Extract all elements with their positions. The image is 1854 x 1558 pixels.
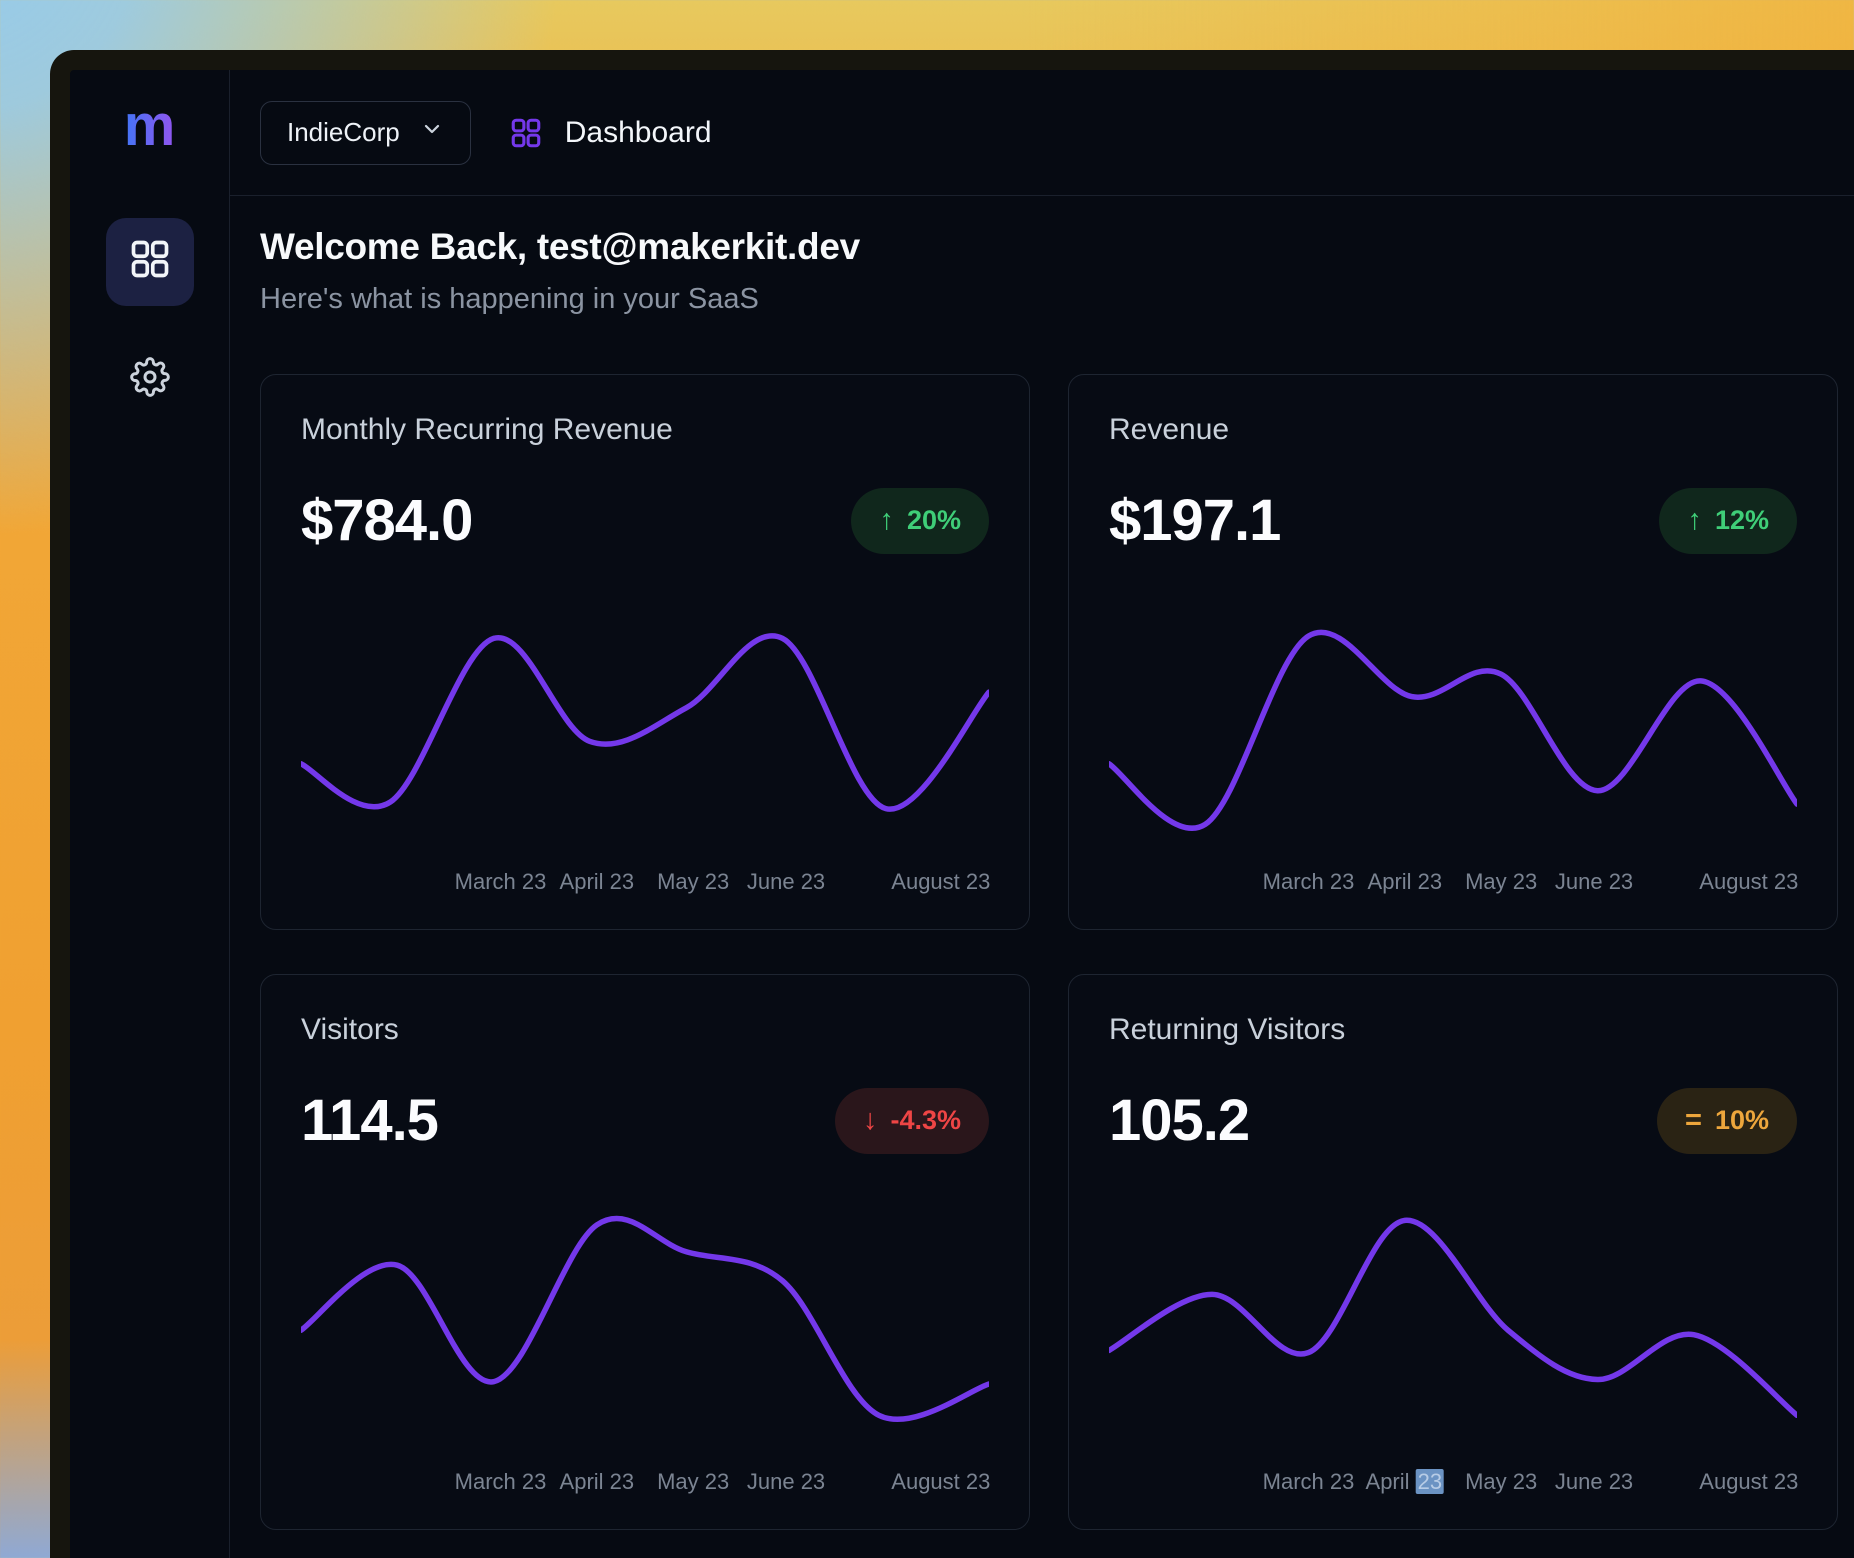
line-chart-returning-visitors <box>1109 1193 1797 1445</box>
x-tick: March 23 <box>455 1469 547 1495</box>
desktop: { "theme": { "accent_purple": "#7438ea",… <box>0 0 1854 1558</box>
trend-badge: ↑ 20% <box>851 488 989 554</box>
trend-change: 20% <box>907 505 961 536</box>
x-tick: March 23 <box>1263 1469 1355 1495</box>
sidebar-item-dashboard[interactable] <box>106 218 194 306</box>
x-tick: August 23 <box>891 869 990 895</box>
trend-change: 10% <box>1715 1105 1769 1136</box>
welcome-subtitle: Here's what is happening in your SaaS <box>260 283 1838 316</box>
selected-text: 23 <box>1416 1469 1444 1494</box>
team-selector-button[interactable]: IndieCorp <box>260 101 471 165</box>
x-tick: August 23 <box>1699 869 1798 895</box>
x-tick: June 23 <box>1555 869 1633 895</box>
x-axis: March 23 April 23 May 23 June 23 August … <box>1109 869 1797 899</box>
dashboard-content: Welcome Back, test@makerkit.dev Here's w… <box>230 196 1854 1558</box>
x-tick: June 23 <box>747 1469 825 1495</box>
trend-change: -4.3% <box>890 1105 961 1136</box>
x-axis: March 23 April 23 May 23 June 23 August … <box>301 869 989 899</box>
sidebar: m <box>70 70 230 1558</box>
x-tick: April 23 <box>1368 869 1443 895</box>
x-axis: March 23 April 23 May 23 June 23 August … <box>301 1469 989 1499</box>
trend-change: 12% <box>1715 505 1769 536</box>
card-title: Monthly Recurring Revenue <box>301 413 989 447</box>
gear-icon <box>130 357 170 402</box>
team-selector-label: IndieCorp <box>287 117 400 148</box>
chart-area: March 23 April 23 May 23 June 23 August … <box>1109 1154 1797 1499</box>
welcome-heading: Welcome Back, test@makerkit.dev <box>260 226 1838 268</box>
x-tick: June 23 <box>1555 1469 1633 1495</box>
sidebar-item-settings[interactable] <box>106 336 194 424</box>
x-tick: March 23 <box>455 869 547 895</box>
page-title: Dashboard <box>565 116 712 150</box>
trend-badge: ↓ -4.3% <box>835 1088 989 1154</box>
app-window: m IndieCorp <box>50 50 1854 1558</box>
x-tick: May 23 <box>657 1469 729 1495</box>
x-tick: April 23 <box>560 869 635 895</box>
metrics-grid: Monthly Recurring Revenue $784.0 ↑ 20% M… <box>260 374 1838 1530</box>
chart-area: March 23 April 23 May 23 June 23 August … <box>301 1154 989 1499</box>
grid-icon <box>128 237 172 286</box>
metric-card-returning-visitors: Returning Visitors 105.2 = 10% March 23 … <box>1068 974 1838 1530</box>
x-tick: May 23 <box>1465 869 1537 895</box>
card-title: Revenue <box>1109 413 1797 447</box>
metric-value: 105.2 <box>1109 1087 1249 1154</box>
makerkit-logo: m <box>124 94 176 158</box>
grid-icon <box>509 116 543 150</box>
line-chart-visitors <box>301 1193 989 1445</box>
metric-card-revenue: Revenue $197.1 ↑ 12% March 23 April 23 <box>1068 374 1838 930</box>
chart-area: March 23 April 23 May 23 June 23 August … <box>1109 554 1797 899</box>
line-chart-revenue <box>1109 593 1797 845</box>
trend-up-icon: ↑ <box>879 504 894 537</box>
metric-value: $784.0 <box>301 487 472 554</box>
x-tick: August 23 <box>891 1469 990 1495</box>
x-tick: April 23 <box>560 1469 635 1495</box>
x-tick: August 23 <box>1699 1469 1798 1495</box>
top-bar: IndieCorp Dashboard <box>230 70 1854 196</box>
chevron-down-icon <box>420 117 444 148</box>
x-tick: March 23 <box>1263 869 1355 895</box>
card-title: Visitors <box>301 1013 989 1047</box>
trend-up-icon: ↑ <box>1687 504 1702 537</box>
x-tick: April 23 <box>1366 1469 1445 1495</box>
chart-area: March 23 April 23 May 23 June 23 August … <box>301 554 989 899</box>
metric-value: $197.1 <box>1109 487 1280 554</box>
trend-flat-icon: = <box>1685 1104 1702 1137</box>
x-tick: May 23 <box>1465 1469 1537 1495</box>
trend-badge: ↑ 12% <box>1659 488 1797 554</box>
x-axis: March 23 April 23 May 23 June 23 August … <box>1109 1469 1797 1499</box>
x-tick: May 23 <box>657 869 729 895</box>
breadcrumb: Dashboard <box>509 116 712 150</box>
metric-card-visitors: Visitors 114.5 ↓ -4.3% March 23 April 23 <box>260 974 1030 1530</box>
card-title: Returning Visitors <box>1109 1013 1797 1047</box>
trend-down-icon: ↓ <box>863 1104 878 1137</box>
x-tick: June 23 <box>747 869 825 895</box>
main-column: IndieCorp Dashboard Welcome Back, test@m… <box>230 70 1854 1558</box>
trend-badge: = 10% <box>1657 1088 1797 1154</box>
line-chart-mrr <box>301 593 989 845</box>
metric-value: 114.5 <box>301 1087 438 1154</box>
metric-card-mrr: Monthly Recurring Revenue $784.0 ↑ 20% M… <box>260 374 1030 930</box>
